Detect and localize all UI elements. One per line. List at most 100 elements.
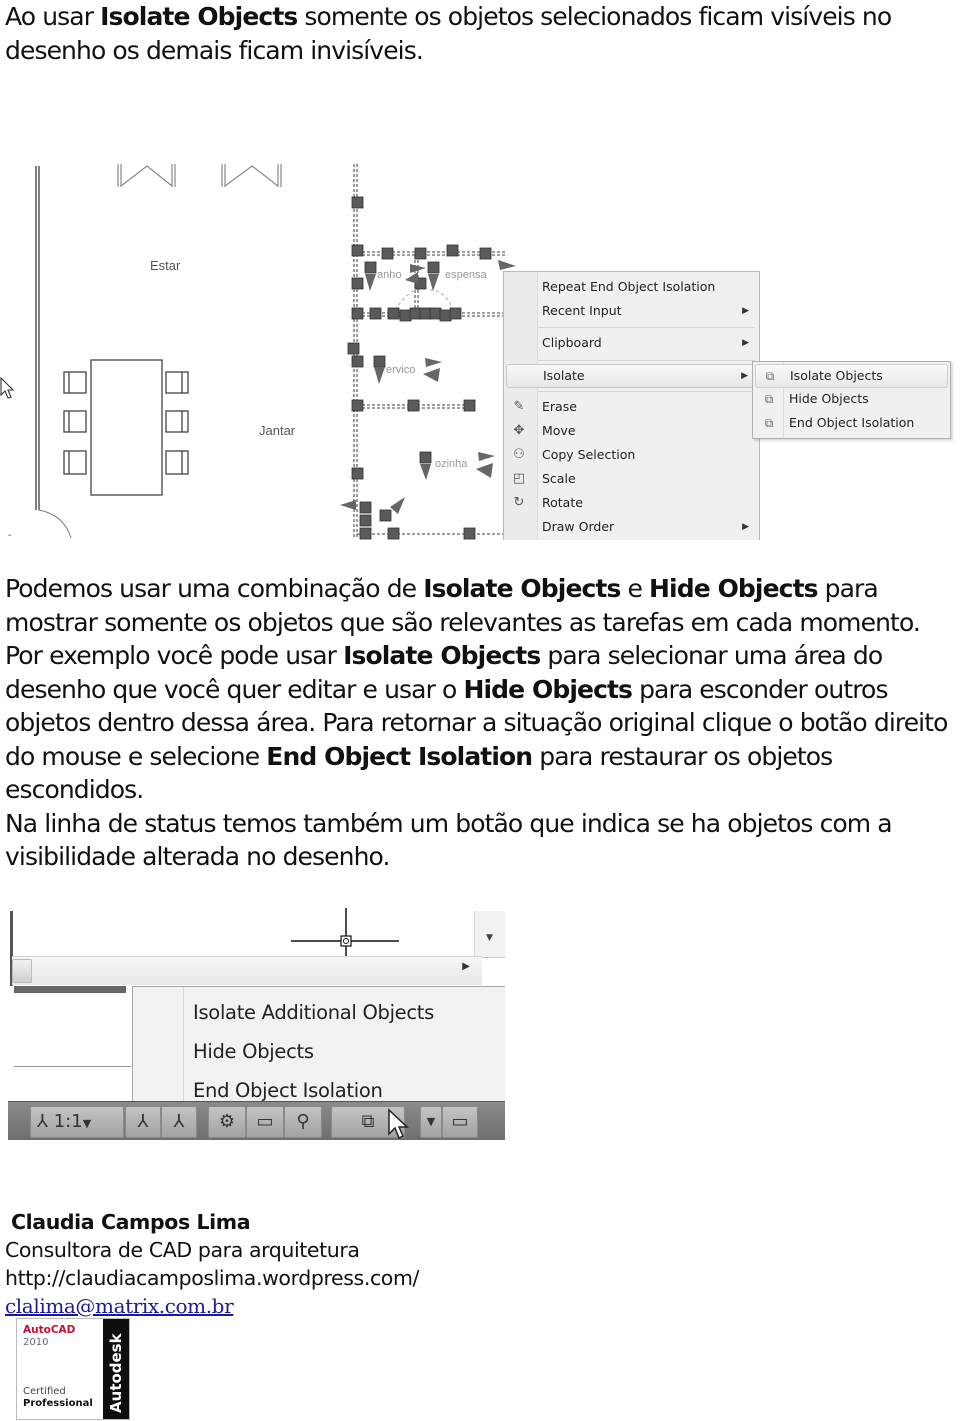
menu-item-erase[interactable]: ✎ Erase bbox=[504, 396, 759, 418]
menu-item-clipboard[interactable]: Clipboard ▶ bbox=[504, 332, 759, 354]
chevron-down-icon: ▼ bbox=[82, 1117, 92, 1130]
auto-scale-button[interactable]: ⅄ bbox=[161, 1106, 197, 1138]
bold-term: Isolate Objects bbox=[100, 2, 298, 31]
selection-grips bbox=[347, 196, 492, 540]
floor-plan-drawing: Estar Jantar anho espensa ervico ozinha … bbox=[8, 164, 516, 540]
door-symbol bbox=[221, 164, 282, 187]
menu-label: End Object Isolation bbox=[789, 415, 915, 430]
bold-term: End Object Isolation bbox=[266, 741, 533, 771]
clean-screen-button[interactable]: ▭ bbox=[442, 1106, 478, 1138]
menu-label: Repeat End Object Isolation bbox=[542, 279, 716, 294]
copy-selection-icon: ⚇ bbox=[513, 447, 525, 462]
menu-item-isolate-additional-objects[interactable]: Isolate Additional Objects bbox=[193, 995, 434, 1031]
menu-item-rotate[interactable]: ↻ Rotate bbox=[504, 492, 759, 514]
menu-item-repeat-end-object-isolation[interactable]: Repeat End Object Isolation bbox=[504, 276, 759, 298]
hardware-acceleration-button[interactable]: ⚲ bbox=[284, 1106, 322, 1138]
chevron-down-icon: ▼ bbox=[426, 1115, 436, 1128]
menu-item-isolate[interactable]: Isolate ▶ bbox=[506, 364, 757, 388]
mouse-cursor-icon bbox=[388, 1108, 409, 1140]
annotation-visibility-icon: ⅄ bbox=[137, 1111, 149, 1132]
chevron-down-icon: ▼ bbox=[486, 933, 493, 943]
menu-label: Clipboard bbox=[542, 335, 602, 350]
text: e bbox=[620, 574, 650, 603]
autodesk-logo: Autodesk bbox=[103, 1319, 129, 1419]
isolate-objects-icon: ⧉ bbox=[765, 369, 775, 383]
bold-term: Isolate Objects bbox=[343, 641, 541, 670]
move-icon: ✥ bbox=[513, 423, 525, 438]
grip-arrows bbox=[340, 260, 516, 514]
text: Ao usar bbox=[5, 2, 101, 31]
text: Podemos usar uma combinação de bbox=[5, 574, 424, 603]
menu-label: Copy Selection bbox=[542, 447, 636, 462]
menu-label: Isolate bbox=[543, 368, 585, 383]
isolate-submenu: ⧉ Isolate Objects ⧉ Hide Objects ⧉ End Obje… bbox=[752, 361, 951, 439]
scroll-right-icon[interactable]: ▶ bbox=[462, 961, 470, 972]
author-email-link[interactable]: clalima@matrix.com.br bbox=[5, 1292, 419, 1320]
room-label-cozinha: ozinha bbox=[435, 458, 468, 470]
submenu-arrow-icon: ▶ bbox=[742, 338, 749, 348]
status-bar: ⅄ 1:1▼ ⅄ ⅄ ⚙ ▭ ⚲ ⧉ ▼ ▭ bbox=[8, 1101, 505, 1140]
submenu-item-end-object-isolation[interactable]: ⧉ End Object Isolation bbox=[755, 412, 948, 434]
bold-term: Isolate Objects bbox=[423, 574, 621, 603]
menu-item-move[interactable]: ✥ Move bbox=[504, 420, 759, 442]
bulb-icon: ⚲ bbox=[296, 1111, 310, 1132]
hide-objects-icon: ⧉ bbox=[764, 392, 774, 406]
selected-walls bbox=[353, 164, 505, 538]
room-label-estar: Estar bbox=[150, 258, 181, 273]
menu-label: Recent Input bbox=[542, 303, 622, 318]
intro-paragraph: Ao usar Isolate Objects somente os objet… bbox=[5, 0, 955, 67]
dining-table bbox=[63, 359, 189, 496]
command-line-area bbox=[14, 993, 131, 1100]
annotation-icon: ⅄ bbox=[37, 1111, 54, 1132]
scale-value: 1:1 bbox=[53, 1111, 83, 1132]
menu-item-copy-selection[interactable]: ⚇ Copy Selection bbox=[504, 444, 759, 466]
menu-item-hide-objects[interactable]: Hide Objects bbox=[193, 1034, 314, 1070]
vertical-scroll-down-button[interactable]: ▼ bbox=[474, 911, 505, 958]
menu-item-scale[interactable]: ◰ Scale bbox=[504, 468, 759, 490]
svg-text:-: - bbox=[8, 530, 12, 540]
menu-icon-gutter bbox=[133, 987, 184, 1113]
workspace-button[interactable]: ⚙ bbox=[208, 1106, 246, 1138]
menu-label: Move bbox=[542, 423, 576, 438]
menu-label: Isolate Objects bbox=[790, 368, 883, 383]
author-website[interactable]: http://claudiacamposlima.wordpress.com/ bbox=[5, 1264, 419, 1292]
gear-icon: ⚙ bbox=[218, 1111, 236, 1132]
cert-line: Certified bbox=[23, 1386, 66, 1397]
status-bar-isolation-menu-screenshot: ▼ ▶ Isolate Additional Objects Hide Obje… bbox=[8, 906, 505, 1140]
menu-label: Hide Objects bbox=[789, 391, 869, 406]
cad-screenshot-context-menu: Estar Jantar anho espensa ervico ozinha … bbox=[0, 160, 960, 540]
bold-term: Hide Objects bbox=[463, 674, 633, 704]
context-menu: Repeat End Object Isolation Recent Input… bbox=[503, 271, 760, 540]
menu-separator bbox=[538, 327, 755, 328]
paragraph-segments: Podemos usar uma combinação de Isolate O… bbox=[5, 574, 948, 804]
room-label-jantar: Jantar bbox=[259, 423, 296, 438]
scroll-thumb[interactable] bbox=[12, 959, 32, 983]
clean-screen-icon: ▭ bbox=[451, 1111, 469, 1132]
menu-item-draw-order[interactable]: Draw Order ▶ bbox=[504, 516, 759, 538]
annotation-scale-button[interactable]: ⅄ 1:1▼ bbox=[30, 1106, 124, 1138]
room-label-despensa: espensa bbox=[445, 269, 487, 281]
scale-icon: ◰ bbox=[512, 471, 526, 486]
status-menu-dropdown[interactable]: ▼ bbox=[420, 1106, 442, 1138]
menu-separator bbox=[538, 391, 755, 392]
isolate-status-icon: ⧉ bbox=[361, 1111, 375, 1132]
author-signature: Claudia Campos Lima Consultora de CAD pa… bbox=[5, 1208, 419, 1320]
menu-separator bbox=[538, 360, 755, 361]
badge-year: 2010 bbox=[23, 1337, 49, 1348]
submenu-item-hide-objects[interactable]: ⧉ Hide Objects bbox=[755, 388, 948, 410]
annotation-visibility-button[interactable]: ⅄ bbox=[125, 1106, 161, 1138]
menu-label: Rotate bbox=[542, 495, 583, 510]
horizontal-scrollbar[interactable]: ▶ bbox=[12, 956, 482, 985]
door-symbol bbox=[117, 164, 176, 187]
lock-icon: ▭ bbox=[256, 1111, 274, 1132]
author-name: Claudia Campos Lima bbox=[11, 1210, 251, 1234]
badge-certification: Certified Professional bbox=[23, 1386, 93, 1410]
menu-label: Erase bbox=[542, 399, 577, 414]
toolbar-lock-button[interactable]: ▭ bbox=[246, 1106, 284, 1138]
autocad-certified-badge: AutoCAD 2010 Certified Professional Autod… bbox=[16, 1318, 130, 1420]
menu-item-recent-input[interactable]: Recent Input ▶ bbox=[504, 300, 759, 322]
menu-label: Scale bbox=[542, 471, 576, 486]
rotate-icon: ↻ bbox=[513, 495, 525, 510]
submenu-item-isolate-objects[interactable]: ⧉ Isolate Objects bbox=[755, 364, 948, 388]
auto-scale-icon: ⅄ bbox=[173, 1111, 185, 1132]
